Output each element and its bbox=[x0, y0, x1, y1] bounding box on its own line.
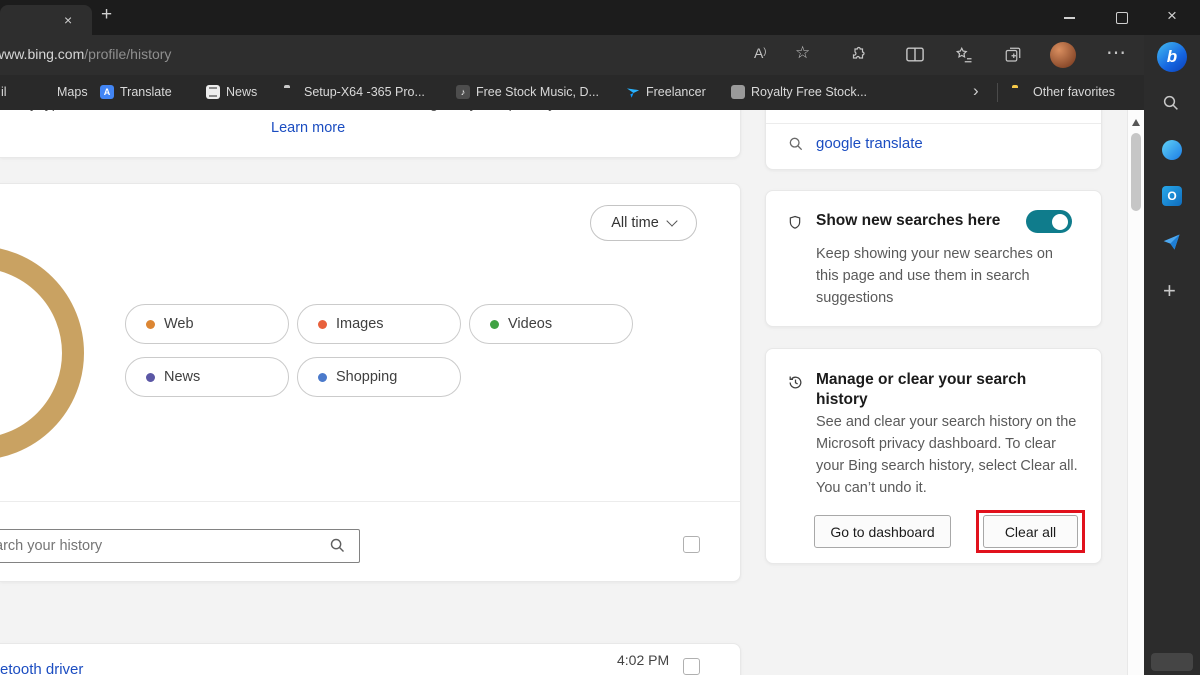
history-item-checkbox[interactable] bbox=[683, 658, 700, 675]
select-all-checkbox[interactable] bbox=[683, 536, 700, 553]
manage-history-card: Manage or clear your search history See … bbox=[765, 348, 1102, 564]
music-site-favicon-icon bbox=[456, 85, 470, 99]
extensions-icon[interactable] bbox=[849, 46, 867, 64]
bookmarks-divider bbox=[997, 83, 998, 102]
address-bar: www.bing.com/profile/history A) ☆ ⋯ bbox=[0, 35, 1200, 75]
bookmark-item[interactable]: il bbox=[1, 85, 7, 99]
discover-icon[interactable] bbox=[1162, 140, 1182, 160]
show-new-searches-card: Show new searches here Keep showing your… bbox=[765, 190, 1102, 327]
filter-pill-web[interactable]: Web bbox=[125, 304, 289, 344]
sidebar-customize-plus-icon[interactable]: + bbox=[1163, 278, 1176, 304]
manage-history-title: Manage or clear your search history bbox=[816, 371, 1027, 408]
filter-dot-1 bbox=[318, 319, 327, 329]
bookmarks-overflow-chevron[interactable]: › bbox=[973, 81, 979, 101]
search-icon bbox=[330, 538, 345, 553]
suggestion-query: google translate bbox=[816, 135, 923, 152]
news-favicon-icon bbox=[206, 85, 220, 99]
go-to-dashboard-button[interactable]: Go to dashboard bbox=[814, 515, 951, 548]
section-divider bbox=[0, 501, 740, 502]
suggestion-divider bbox=[766, 123, 1101, 124]
url-host: www.bing.com bbox=[0, 46, 85, 62]
bookmark-item[interactable]: Translate bbox=[120, 85, 172, 99]
chevron-down-icon bbox=[666, 215, 678, 227]
scrollbar-up-arrow-icon[interactable] bbox=[1132, 119, 1140, 126]
filter-pill-label: Videos bbox=[508, 316, 553, 332]
site-favicon-icon bbox=[731, 85, 745, 99]
translate-favicon-icon bbox=[100, 85, 114, 99]
history-chart-card: 0 All time Web Images Videos News Shoppi… bbox=[0, 183, 741, 582]
browser-tab[interactable]: × bbox=[0, 5, 92, 35]
window-minimize-icon[interactable] bbox=[1064, 17, 1075, 19]
manage-history-description: See and clear your search history on the… bbox=[816, 414, 1078, 496]
filter-dot-0 bbox=[146, 319, 155, 329]
bookmark-item[interactable]: News bbox=[226, 85, 257, 99]
history-list-card: etooth driver 4:02 PM bbox=[0, 643, 741, 675]
new-searches-toggle[interactable] bbox=[1026, 210, 1072, 233]
bing-copilot-icon[interactable] bbox=[1157, 42, 1187, 72]
bookmark-item[interactable]: Setup-X64 -365 Pro... bbox=[304, 85, 425, 99]
bookmarks-bar: il Maps Translate News Setup-X64 -365 Pr… bbox=[0, 75, 1200, 110]
tab-close-icon[interactable]: × bbox=[64, 12, 72, 28]
sidebar-search-icon[interactable] bbox=[1162, 94, 1180, 112]
time-range-dropdown[interactable]: All time bbox=[590, 205, 697, 241]
history-icon bbox=[789, 376, 802, 389]
outlook-icon[interactable] bbox=[1162, 186, 1182, 206]
bookmark-item[interactable]: Maps bbox=[57, 85, 88, 99]
history-item-time: 4:02 PM bbox=[617, 652, 670, 668]
search-suggestions-card: google translate bbox=[765, 100, 1102, 170]
history-donut-chart bbox=[0, 246, 84, 460]
filter-dot-3 bbox=[146, 372, 155, 382]
filter-dot-2 bbox=[490, 319, 499, 329]
new-tab-icon[interactable]: + bbox=[101, 4, 112, 26]
time-range-label: All time bbox=[611, 215, 659, 231]
url-path: /profile/history bbox=[84, 46, 172, 62]
window-close-icon[interactable]: × bbox=[1167, 6, 1177, 26]
shield-icon bbox=[789, 215, 801, 229]
filter-pill-label: News bbox=[164, 369, 201, 385]
favorite-star-icon[interactable]: ☆ bbox=[795, 43, 810, 63]
filter-pill-label: Web bbox=[164, 316, 194, 332]
filter-pill-shopping[interactable]: Shopping bbox=[297, 357, 461, 397]
page-scrollbar[interactable] bbox=[1127, 110, 1144, 675]
show-new-searches-title: Show new searches here bbox=[816, 212, 1001, 229]
scrollbar-thumb[interactable] bbox=[1131, 133, 1141, 211]
title-bar: × + × bbox=[0, 0, 1200, 35]
filter-pill-images[interactable]: Images bbox=[297, 304, 461, 344]
show-new-searches-description: Keep showing your new searches on this p… bbox=[816, 246, 1053, 306]
url-field[interactable]: www.bing.com/profile/history bbox=[0, 46, 171, 62]
clear-all-button[interactable]: Clear all bbox=[983, 515, 1078, 548]
window-maximize-icon[interactable] bbox=[1116, 12, 1128, 24]
browser-window: y typ g y p y Learn more 0 All time Web … bbox=[0, 0, 1200, 675]
bookmark-item[interactable]: Freelancer bbox=[646, 85, 706, 99]
favorites-hub-icon[interactable] bbox=[955, 46, 973, 64]
donut-count-partial: 0 bbox=[0, 325, 1, 390]
more-options-icon[interactable]: ⋯ bbox=[1106, 40, 1126, 65]
filter-pill-news[interactable]: News bbox=[125, 357, 289, 397]
search-icon bbox=[789, 137, 803, 150]
learn-more-link[interactable]: Learn more bbox=[271, 120, 345, 136]
profile-avatar[interactable] bbox=[1050, 42, 1076, 68]
read-aloud-icon[interactable]: A) bbox=[754, 45, 766, 61]
filter-pill-label: Images bbox=[336, 316, 384, 332]
filter-pill-label: Shopping bbox=[336, 369, 398, 385]
bookmark-item[interactable]: Free Stock Music, D... bbox=[476, 85, 599, 99]
freelancer-favicon-icon bbox=[626, 88, 640, 98]
filter-dot-4 bbox=[318, 372, 327, 382]
filter-pill-videos[interactable]: Videos bbox=[469, 304, 633, 344]
suggestion-row[interactable]: google translate bbox=[788, 135, 923, 152]
bookmark-item[interactable]: Royalty Free Stock... bbox=[751, 85, 867, 99]
drop-icon[interactable] bbox=[1162, 232, 1182, 252]
split-screen-icon[interactable] bbox=[906, 47, 924, 62]
history-item-link[interactable]: etooth driver bbox=[0, 661, 83, 675]
edge-sidebar: + bbox=[1144, 35, 1200, 675]
sidebar-bottom-button[interactable] bbox=[1151, 653, 1193, 671]
other-favorites-button[interactable]: Other favorites bbox=[1033, 85, 1115, 99]
history-search bbox=[0, 529, 360, 563]
history-search-input[interactable] bbox=[0, 529, 360, 563]
collections-icon[interactable] bbox=[1004, 46, 1022, 64]
